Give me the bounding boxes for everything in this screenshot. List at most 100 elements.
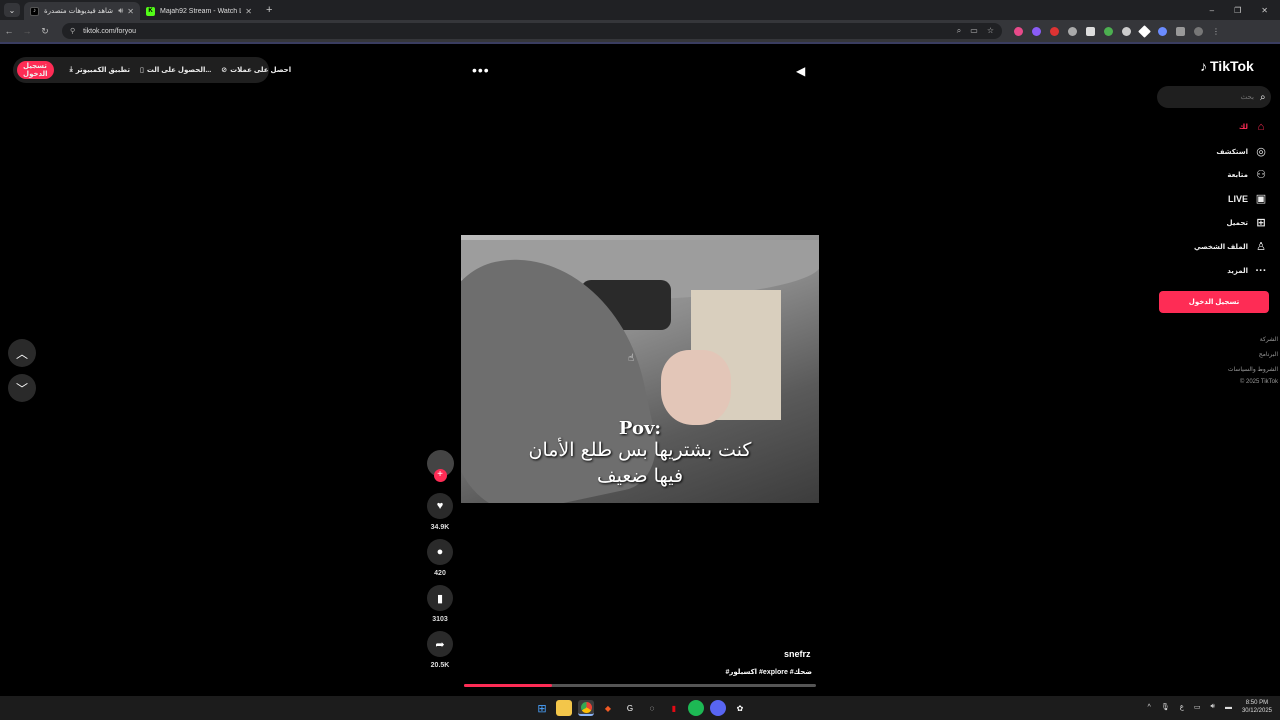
bookmark-star-icon[interactable]: ☆: [987, 26, 994, 36]
mouse-cursor-icon: ☝: [628, 353, 635, 364]
desktop-app-label: تطبيق الكمبيوتر: [75, 67, 130, 74]
comment-icon[interactable]: ●: [427, 539, 453, 565]
close-window-button[interactable]: ✕: [1261, 6, 1268, 15]
sidebar-item-label: متابعة: [1227, 171, 1248, 179]
minimize-button[interactable]: –: [1210, 6, 1214, 15]
tiktok-logo[interactable]: ♪ TikTok: [1200, 58, 1254, 74]
back-arrow-icon[interactable]: ←: [0, 26, 18, 36]
spotify-icon[interactable]: [688, 700, 704, 716]
extension-icon[interactable]: [1068, 26, 1077, 36]
network-icon[interactable]: ▭: [1194, 703, 1201, 711]
upload-icon: ⊞: [1256, 217, 1266, 229]
search-icon[interactable]: ⌕: [1260, 92, 1266, 103]
battery-icon[interactable]: ▬: [1225, 704, 1232, 711]
sidebar-item-following[interactable]: متابعة ⚇: [1227, 168, 1268, 181]
search-input[interactable]: [1163, 93, 1260, 101]
cast-icon[interactable]: ▭: [970, 26, 978, 36]
close-icon[interactable]: ✕: [127, 7, 134, 16]
microphone-icon[interactable]: 🎙︎: [1161, 703, 1170, 711]
desktop-app-button[interactable]: ⤓ تطبيق الكمبيوتر: [70, 66, 130, 74]
extension-icon[interactable]: [1014, 26, 1023, 36]
progress-fill: [464, 684, 552, 687]
maximize-button[interactable]: ❐: [1234, 6, 1241, 15]
app-icon[interactable]: G: [622, 700, 638, 716]
video-player[interactable]: Pov: كنت بشتريها بس طلع الأمان فيها ضعيف: [461, 235, 819, 503]
volume-icon[interactable]: ◀︎: [796, 64, 805, 78]
browser-tab-kick[interactable]: K Majah92 Stream - Watch Live o ✕: [140, 2, 258, 20]
brave-icon[interactable]: ◆: [600, 700, 616, 716]
share-icon[interactable]: ➦: [427, 631, 453, 657]
more-options-icon[interactable]: •••: [472, 62, 490, 78]
windows-start-icon[interactable]: ⊞: [534, 700, 550, 716]
sidebar-item-upload[interactable]: تحميل ⊞: [1227, 216, 1268, 229]
chrome-icon[interactable]: [578, 700, 594, 716]
follow-plus-icon[interactable]: +: [433, 469, 447, 482]
sidebar-item-label: الملف الشخصي: [1193, 243, 1248, 251]
tiktok-page: تسجيل الدخول ⤓ تطبيق الكمبيوتر ▯ الحصول …: [0, 44, 1280, 696]
footer-link[interactable]: الشركة: [1260, 336, 1278, 343]
extension-icon[interactable]: [1086, 26, 1095, 36]
live-tv-icon: ▣: [1255, 193, 1267, 205]
app-icon[interactable]: ◌: [644, 700, 660, 716]
sidebar-item-profile[interactable]: الملف الشخصي ♙: [1194, 240, 1268, 253]
tab-search-button[interactable]: ⌄: [4, 3, 20, 17]
forward-arrow-icon[interactable]: →: [18, 26, 36, 36]
chevron-down-icon: ﹀: [15, 381, 28, 396]
sidebar-login-button[interactable]: تسجيل الدخول: [1159, 291, 1269, 313]
clock-date: 30/12/2025: [1241, 708, 1272, 714]
address-toolbar: ← → ↻ ⚲ tiktok.com/foryou ⌕ ▭ ☆ ⋮: [0, 20, 1280, 42]
get-coins-button[interactable]: ⊘ احصل على عملات: [221, 66, 291, 74]
sidebar-item-for-you[interactable]: لك ⌂: [1239, 121, 1268, 133]
window-controls: – ❐ ✕: [1210, 6, 1280, 15]
reload-icon[interactable]: ↻: [36, 26, 54, 37]
extension-icon[interactable]: [1050, 26, 1059, 36]
browser-tab-tiktok[interactable]: ♪ شاهد فيديوهات متصدرة | TikTok 🔊︎ ✕: [24, 2, 140, 20]
get-app-button[interactable]: ▯ الحصول على الت...: [140, 66, 211, 74]
app-icon[interactable]: ▮: [666, 700, 682, 716]
extension-icon[interactable]: [1158, 26, 1167, 36]
profile-avatar-icon[interactable]: [1194, 26, 1203, 36]
volume-icon[interactable]: 🔊︎: [1211, 703, 1215, 711]
extension-icon[interactable]: [1104, 26, 1113, 36]
app-icon[interactable]: ✿: [732, 700, 748, 716]
extensions-puzzle-icon[interactable]: [1176, 26, 1185, 36]
login-button[interactable]: تسجيل الدخول: [17, 61, 54, 79]
chevron-up-icon[interactable]: ^: [1148, 704, 1151, 711]
author-username[interactable]: snefrz: [784, 649, 811, 659]
new-tab-button[interactable]: +: [266, 4, 272, 16]
language-indicator[interactable]: ع: [1180, 703, 1184, 711]
menu-kebab-icon[interactable]: ⋮: [1212, 27, 1220, 36]
extension-icon[interactable]: [1122, 26, 1131, 36]
sidebar-item-explore[interactable]: استكشف ◎: [1216, 145, 1268, 158]
footer-link[interactable]: البرنامج: [1259, 351, 1278, 358]
footer-link[interactable]: الشروط والسياسات: [1228, 366, 1278, 373]
tab-title: شاهد فيديوهات متصدرة | TikTok: [44, 8, 114, 15]
tab-sound-icon: 🔊︎: [118, 6, 124, 15]
sidebar-item-label: LIVE: [1227, 193, 1248, 204]
sidebar-item-label: المزيد: [1227, 268, 1248, 275]
zoom-icon[interactable]: ⌕: [957, 26, 961, 36]
next-video-button[interactable]: ﹀: [8, 374, 36, 402]
sidebar-item-more[interactable]: المزيد ···: [1227, 265, 1268, 277]
video-hashtags[interactable]: #اكسبلور #explore #ضحك: [700, 668, 812, 676]
video-progress-bar[interactable]: [464, 684, 816, 687]
extension-icon[interactable]: [1032, 26, 1041, 36]
extension-icon[interactable]: [1138, 24, 1151, 38]
previous-video-button[interactable]: ︿: [8, 339, 36, 367]
clock[interactable]: 8:50 PM 30/12/2025: [1242, 699, 1272, 715]
sidebar-item-label: لك: [1238, 124, 1248, 131]
sidebar-item-live[interactable]: LIVE ▣: [1228, 192, 1268, 205]
share-count: 20.5K: [430, 662, 450, 669]
site-info-icon[interactable]: ⚲: [70, 27, 75, 35]
browser-tab-bar: ⌄ ♪ شاهد فيديوهات متصدرة | TikTok 🔊︎ ✕ K…: [0, 0, 1280, 20]
kick-icon: K: [146, 6, 155, 16]
file-explorer-icon[interactable]: [556, 700, 572, 716]
close-icon[interactable]: ✕: [245, 7, 252, 16]
bookmark-icon[interactable]: ▮: [427, 585, 453, 611]
author-avatar[interactable]: +: [426, 450, 454, 482]
video-caption-line: كنت بشتريها بس طلع الأمان: [528, 439, 752, 461]
heart-icon[interactable]: ♥: [427, 493, 453, 519]
address-bar[interactable]: ⚲ tiktok.com/foryou ⌕ ▭ ☆: [62, 23, 1002, 39]
discord-icon[interactable]: [710, 700, 726, 716]
tiktok-icon: ♪: [30, 6, 39, 16]
